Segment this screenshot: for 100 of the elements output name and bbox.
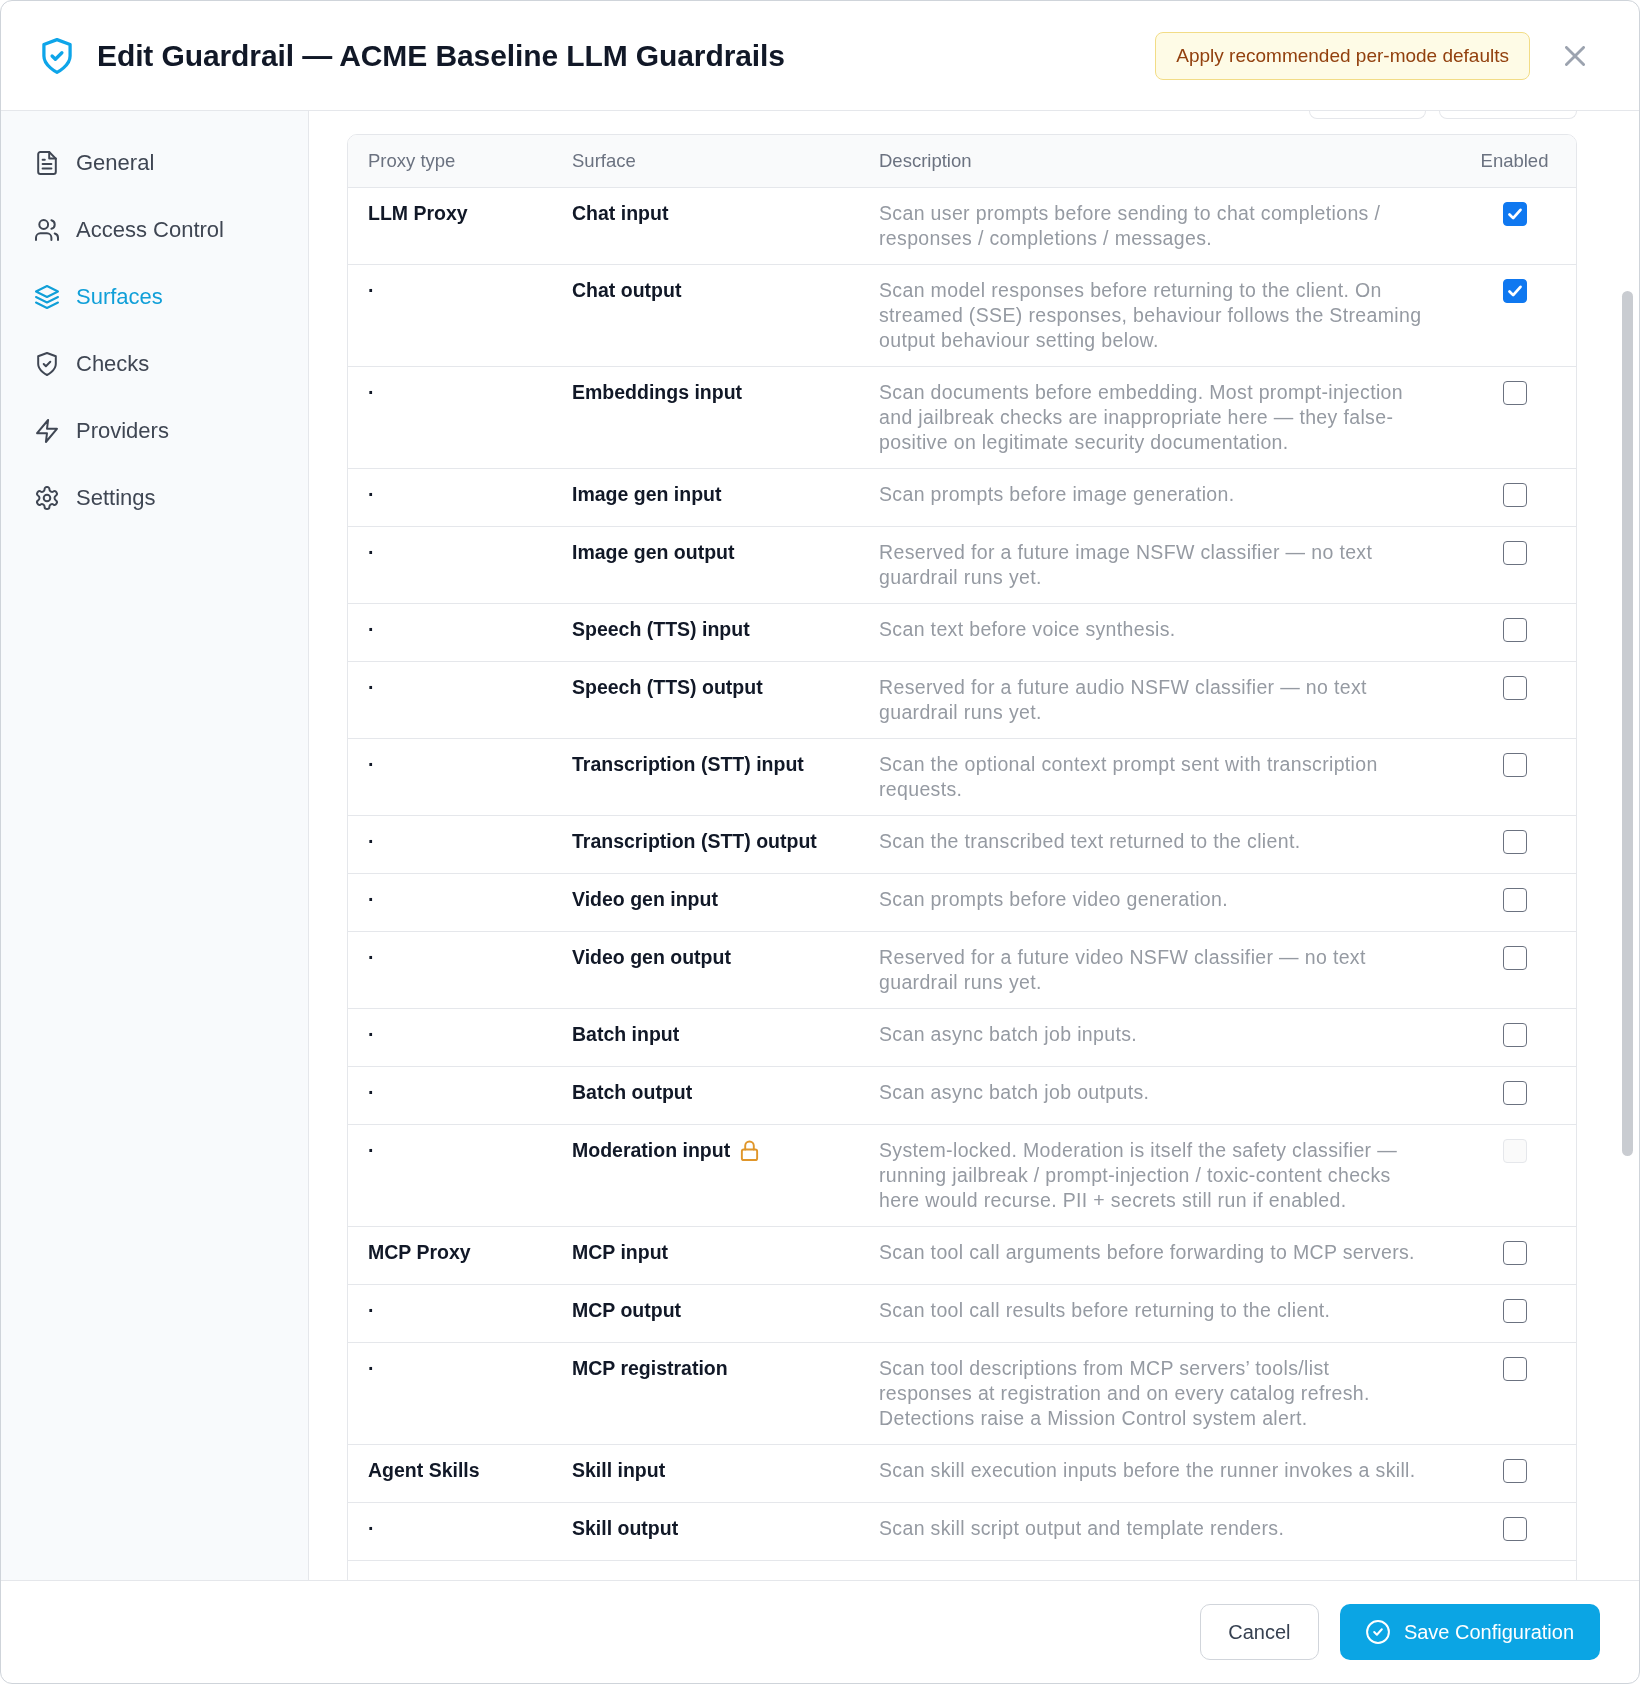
button-label: Save Configuration [1403, 1620, 1574, 1644]
proxy-type-cell: · [368, 1023, 375, 1045]
description-cell: Scan prompts before image generation. [879, 483, 1235, 505]
checkbox[interactable] [1502, 1459, 1527, 1483]
column-header: Enabled [1480, 150, 1549, 172]
sidebar-item[interactable]: Access Control [35, 207, 224, 252]
users-icon [35, 217, 59, 242]
description-cell: Reserved for a future video NSFW classifier — no text guardrail runs yet. [879, 946, 1366, 993]
sidebar-label: Checks [76, 350, 150, 377]
proxy-type-cell: · [368, 1357, 375, 1379]
description-cell: Scan text before voice synthesis. [879, 618, 1176, 640]
checkbox[interactable] [1502, 830, 1527, 854]
description-cell: Reserved for a future audio NSFW classifier — no text guardrail runs yet. [879, 676, 1367, 723]
proxy-type-cell: MCP Proxy [368, 1241, 471, 1263]
proxy-type-cell: · [368, 381, 375, 403]
close-icon[interactable] [1565, 45, 1585, 66]
sidebar-label: Access Control [76, 216, 224, 243]
description-cell: Scan documents before embedding. Most prompt-injection and jailbreak checks are inappropriate here — they false-positive on legitimate security documentation. [879, 381, 1403, 453]
checkbox[interactable] [1502, 676, 1527, 700]
surface-cell: MCP output [572, 1298, 682, 1323]
sidebar-item[interactable]: Settings [35, 475, 156, 520]
shield-check-icon [35, 351, 59, 376]
column-header: Surface [571, 150, 637, 172]
column-header: Proxy type [367, 150, 457, 172]
proxy-type-cell: · [368, 1299, 375, 1321]
description-cell: Scan the optional context prompt sent with transcription requests. [879, 753, 1378, 800]
description-cell: Scan user prompts before sending to chat completions / responses / completions / messages. [879, 202, 1381, 249]
description-cell: Scan tool call arguments before forwarding to MCP servers. [879, 1241, 1415, 1263]
proxy-type-cell: LLM Proxy [368, 202, 468, 224]
checkbox[interactable] [1502, 1023, 1527, 1047]
checkbox[interactable] [1502, 1357, 1527, 1381]
description-cell: Scan async batch job inputs. [879, 1023, 1138, 1045]
apply-defaults-button[interactable]: Apply recommended per-mode defaults [1155, 31, 1530, 80]
sidebar-item[interactable]: Checks [35, 341, 150, 386]
surface-cell: Speech (TTS) output [572, 675, 763, 700]
checkbox[interactable] [1502, 541, 1527, 565]
proxy-type-cell: · [368, 888, 375, 910]
scrollbar-thumb[interactable] [1622, 291, 1633, 1156]
sidebar-label: General [76, 149, 155, 176]
proxy-type-cell: · [368, 946, 375, 968]
sidebar-label: Surfaces [76, 283, 163, 310]
layers-icon [35, 284, 59, 309]
shield-check-icon [42, 37, 72, 74]
description-cell: Scan async batch job outputs. [879, 1081, 1150, 1103]
description-cell: System-locked. Moderation is itself the safety classifier — running jailbreak / prompt-injection / toxic-content checks here would recurse. PII + secrets still run if enabled. [879, 1139, 1398, 1211]
surface-cell: Transcription (STT) input [572, 752, 804, 777]
description-cell: Scan the transcribed text returned to the client. [879, 830, 1301, 852]
checkbox[interactable] [1502, 1241, 1527, 1265]
description-cell: Scan tool descriptions from MCP servers’ tools/list responses at registration and on every catalog refresh. Detections raise a Mission Control system alert. [879, 1357, 1370, 1429]
settings-icon [35, 485, 59, 510]
proxy-type-cell: · [368, 618, 375, 640]
description-cell: Scan model responses before returning to the client. On streamed (SSE) responses, behaviour follows the Streaming output behaviour setting below. [879, 279, 1422, 351]
dialog-title: Edit Guardrail — ACME Baseline LLM Guardrails [97, 38, 786, 73]
description-cell: Reserved for a future image NSFW classifier — no text guardrail runs yet. [879, 541, 1373, 588]
checkbox[interactable] [1502, 888, 1527, 912]
checkbox[interactable] [1502, 618, 1527, 642]
surface-cell: Embeddings input [572, 380, 743, 405]
description-cell: Scan tool call results before returning to the client. [879, 1299, 1331, 1321]
proxy-type-cell: · [368, 676, 375, 698]
surface-cell: Transcription (STT) output [572, 829, 817, 854]
surface-cell: Video gen input [572, 887, 718, 912]
sidebar-item[interactable]: Providers [35, 408, 169, 453]
checkbox[interactable] [1502, 1517, 1527, 1541]
proxy-type-cell: · [368, 753, 375, 775]
proxy-type-cell: · [368, 1139, 375, 1161]
proxy-type-cell: · [368, 1081, 375, 1103]
checkbox[interactable] [1502, 753, 1527, 777]
surface-cell: Image gen output [572, 540, 735, 565]
surface-cell: Video gen output [572, 945, 731, 970]
surface-cell: MCP input [572, 1240, 669, 1265]
sidebar-label: Providers [76, 417, 169, 444]
cancel-button[interactable]: Cancel [1199, 1604, 1319, 1660]
surface-cell: MCP registration [572, 1356, 728, 1381]
check-circle-icon [1365, 1620, 1390, 1644]
column-header: Description [878, 150, 973, 172]
description-cell: Scan skill script output and template renders. [879, 1517, 1285, 1539]
checkbox[interactable] [1502, 381, 1527, 405]
checkbox[interactable] [1502, 483, 1527, 507]
lightning-icon [35, 418, 59, 443]
surface-cell: Moderation input [572, 1138, 731, 1163]
surface-cell: Skill output [572, 1516, 679, 1541]
checkbox[interactable] [1502, 1299, 1527, 1323]
checkbox[interactable] [1502, 946, 1527, 970]
proxy-type-cell: Agent Skills [368, 1459, 480, 1481]
surface-cell: Chat input [572, 201, 669, 226]
sidebar-item[interactable]: General [35, 140, 155, 185]
document-icon [35, 150, 59, 175]
sidebar-label: Settings [76, 484, 156, 511]
checkbox[interactable] [1502, 279, 1527, 303]
checkbox[interactable] [1502, 1081, 1527, 1105]
surface-cell: Batch input [572, 1022, 680, 1047]
surface-cell: Chat output [572, 278, 682, 303]
surface-cell: Skill input [572, 1458, 666, 1483]
proxy-type-cell: · [368, 541, 375, 563]
proxy-type-cell: · [368, 483, 375, 505]
surface-cell: Batch output [572, 1080, 693, 1105]
description-cell: Scan prompts before video generation. [879, 888, 1228, 910]
checkbox[interactable] [1502, 202, 1527, 226]
description-cell: Scan skill execution inputs before the runner invokes a skill. [879, 1459, 1416, 1481]
surface-cell: Image gen input [572, 482, 722, 507]
